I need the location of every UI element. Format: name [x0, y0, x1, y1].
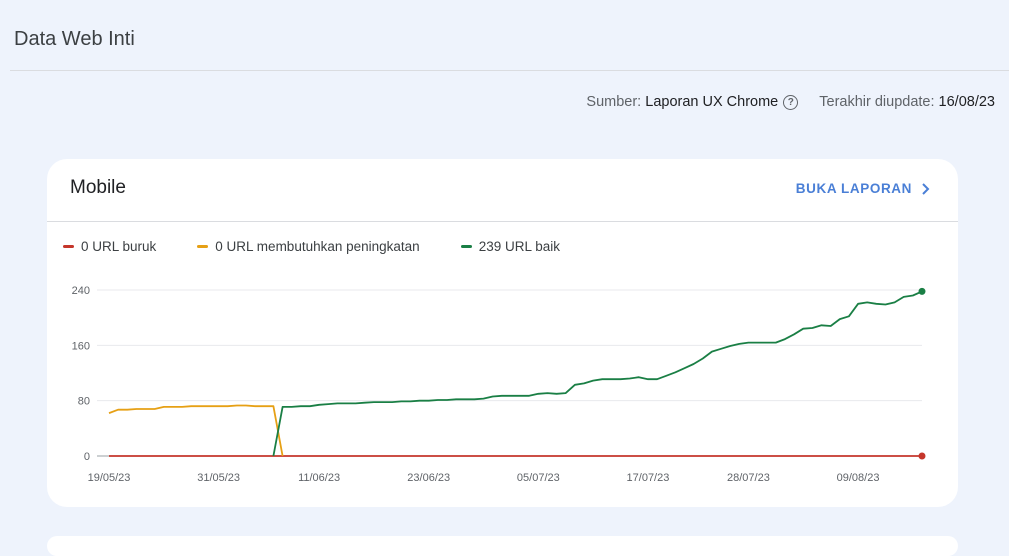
header-divider: [10, 70, 1009, 71]
x-tick-label: 19/05/23: [88, 472, 131, 484]
x-tick-label: 23/06/23: [407, 472, 450, 484]
series-end-point: [918, 452, 926, 460]
next-card: [47, 536, 958, 556]
x-tick-label: 17/07/23: [627, 472, 670, 484]
x-tick-label: 05/07/23: [517, 472, 560, 484]
series-line: [108, 404, 284, 457]
x-tick-label: 11/06/23: [298, 472, 340, 484]
x-tick-label: 09/08/23: [837, 472, 880, 484]
mobile-card: Mobile BUKA LAPORAN 0 URL buruk 0 URL me…: [47, 159, 958, 507]
x-tick-label: 31/05/23: [197, 472, 240, 484]
y-tick-label: 80: [78, 396, 90, 408]
y-tick-label: 0: [84, 451, 90, 463]
page-header: Data Web Inti: [0, 0, 1009, 70]
source-value: Laporan UX Chrome: [645, 94, 779, 110]
series-end-point: [918, 287, 926, 295]
updated-label: Terakhir diupdate:: [819, 94, 935, 110]
help-icon[interactable]: ?: [783, 94, 799, 110]
updated-value: 16/08/23: [938, 94, 995, 110]
meta-bar: Sumber: Laporan UX Chrome ? Terakhir diu…: [586, 94, 995, 110]
page-title: Data Web Inti: [14, 28, 135, 50]
x-tick-label: 28/07/23: [727, 472, 770, 484]
source-label: Sumber:: [586, 94, 642, 110]
y-tick-label: 160: [72, 340, 90, 352]
line-chart: 0 80 160 240 19/05/23 31/05/23 11/06/23 23/06/2…: [72, 285, 926, 484]
y-tick-label: 240: [72, 285, 90, 297]
series-line: [272, 290, 923, 457]
